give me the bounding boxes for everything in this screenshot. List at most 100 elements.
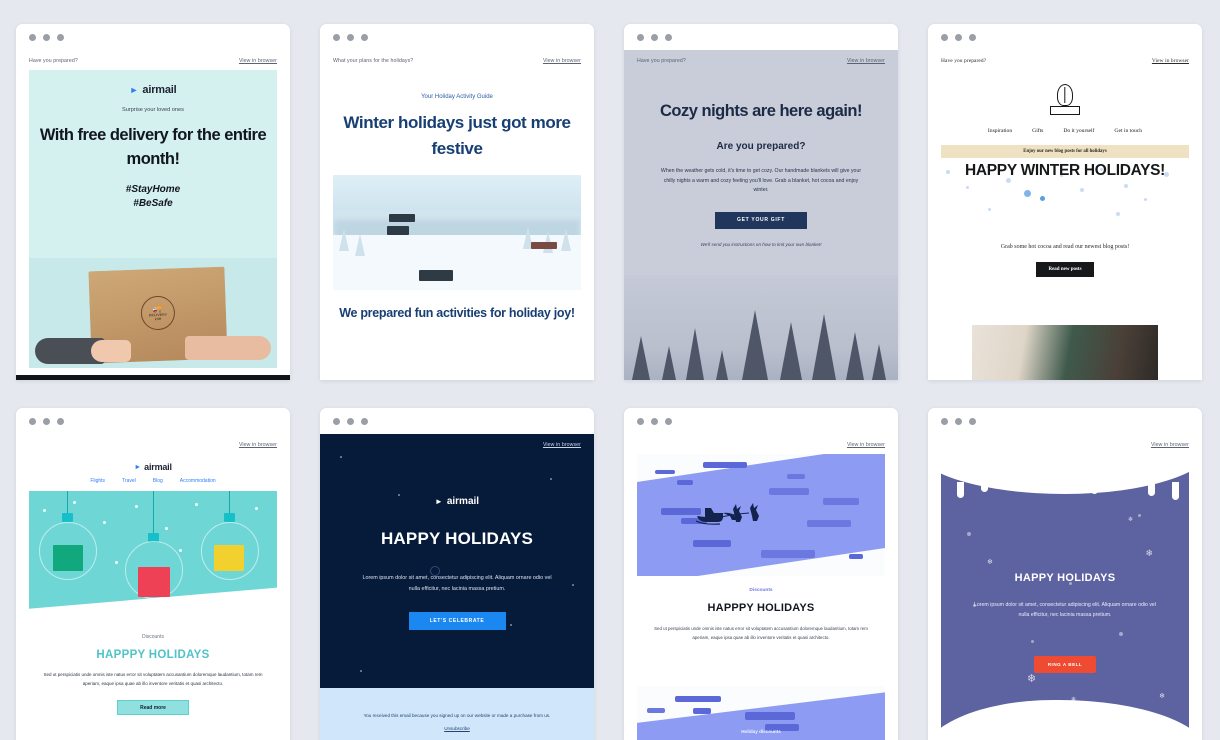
- template-card-purple-snow[interactable]: View in browser ❄ ❄ ❄ ❄ ❄ ❄: [928, 408, 1202, 740]
- snow-dot: [966, 186, 969, 189]
- tree-icon: [716, 350, 728, 380]
- window-dot-close-icon: [333, 33, 340, 41]
- nav-item-inspiration[interactable]: Inspiration: [988, 128, 1012, 134]
- unsubscribe-link[interactable]: Unsubscribe: [320, 726, 594, 731]
- template-card-travel-discounts[interactable]: View in browser ► airmail Flights Travel…: [16, 408, 290, 740]
- tree-icon: [339, 228, 349, 251]
- cabin-graphic: [389, 214, 415, 223]
- hero-text-block: Cozy nights are here again! Are you prep…: [624, 100, 898, 247]
- craft-desk-photo: [972, 325, 1158, 380]
- nav-item-travel[interactable]: Travel: [122, 478, 136, 484]
- preheader-row: Have you prepared? View in browser: [928, 50, 1202, 70]
- brand-logo: ► airmail: [29, 84, 277, 96]
- hero-photo-snowy-village: [333, 175, 581, 290]
- card-titlebar: [928, 408, 1202, 434]
- window-dot-maximize-icon: [57, 417, 64, 425]
- window-dot-close-icon: [29, 417, 36, 425]
- stamp-bottom-text: 24H: [154, 317, 162, 322]
- footer-bar: [16, 375, 290, 380]
- view-in-browser-link[interactable]: View in browser: [543, 58, 581, 64]
- red-gift-icon: [138, 567, 170, 597]
- icicle-graphic: [957, 482, 964, 498]
- template-card-free-delivery[interactable]: Have you prepared? View in browser ► air…: [16, 24, 290, 380]
- ring-a-bell-button[interactable]: RING A BELL: [1034, 656, 1096, 673]
- preheader-row: What your plans for the holidays? View i…: [320, 50, 594, 70]
- preheader-text: What your plans for the holidays?: [333, 58, 414, 64]
- nav-item-accommodation[interactable]: Accommodation: [180, 478, 216, 484]
- hero-body-text: When the weather gets cold, it's time to…: [660, 168, 862, 194]
- window-dot-close-icon: [941, 33, 948, 41]
- hero-headline: HAPPY HOLIDAYS: [1014, 572, 1116, 584]
- email-preview-body: What your plans for the holidays? View i…: [320, 50, 594, 380]
- hero-body-text: Lorem ipsum dolor sit amet, consectetur …: [362, 575, 552, 592]
- window-dot-minimize-icon: [651, 417, 658, 425]
- email-footer-band: You received this email because you sign…: [320, 688, 594, 740]
- cabin-graphic: [419, 269, 453, 281]
- content-kicker: Discounts: [749, 588, 773, 593]
- lower-kicker: Holiday discounts: [741, 729, 781, 734]
- snowflake-icon: ❄: [1159, 693, 1165, 700]
- paper-plane-icon: ►: [134, 463, 142, 471]
- get-your-gift-button[interactable]: GET YOUR GIFT: [715, 211, 807, 229]
- window-dot-maximize-icon: [969, 417, 976, 425]
- hero-subtitle: Surprise your loved ones: [122, 107, 184, 113]
- preheader-text: Have you prepared?: [941, 58, 987, 64]
- view-in-browser-link[interactable]: View in browser: [239, 442, 277, 448]
- nav-item-do-it-yourself[interactable]: Do it yourself: [1063, 128, 1094, 134]
- lets-celebrate-button[interactable]: LET'S CELEBRATE: [408, 612, 506, 631]
- view-in-browser-link[interactable]: View in browser: [1152, 58, 1189, 64]
- nav-item-gifts[interactable]: Gifts: [1032, 128, 1043, 134]
- nav-item-blog[interactable]: Blog: [153, 478, 163, 484]
- nav-item-get-in-touch[interactable]: Get in touch: [1114, 128, 1142, 134]
- snow-dot: [1040, 196, 1045, 201]
- paper-plane-icon: ►: [434, 497, 443, 506]
- hashtag-stayhome: #StayHome: [125, 183, 181, 195]
- email-preview-body: Have you prepared? View in browser Cozy …: [624, 50, 898, 380]
- hero-kicker: Your Holiday Activity Guide: [421, 94, 493, 100]
- view-in-browser-link[interactable]: View in browser: [239, 58, 277, 64]
- tree-icon: [686, 328, 704, 380]
- hero-text-block: Your Holiday Activity Guide Winter holid…: [320, 94, 594, 161]
- email-header: ► airmail Flights Travel Blog Accommodat…: [29, 454, 277, 491]
- brand-name: airmail: [144, 462, 172, 472]
- snow-dot: [1124, 184, 1128, 188]
- view-in-browser-link[interactable]: View in browser: [1151, 442, 1189, 448]
- template-card-dark-happy-holidays[interactable]: View in browser ► airmail HAPPY HOLIDAYS…: [320, 408, 594, 740]
- read-new-posts-button[interactable]: Read new posts: [1036, 262, 1094, 277]
- window-dot-minimize-icon: [651, 33, 658, 41]
- window-dot-close-icon: [637, 33, 644, 41]
- view-in-browser-link[interactable]: View in browser: [847, 442, 885, 448]
- hero-headline: HAPPY HOLIDAYS: [380, 529, 534, 548]
- view-in-browser-link[interactable]: View in browser: [847, 58, 885, 64]
- preheader-row: View in browser: [16, 434, 290, 454]
- window-dot-minimize-icon: [347, 33, 354, 41]
- cabin-graphic: [531, 241, 557, 249]
- tree-icon: [355, 233, 365, 256]
- email-preview-body: Have you prepared? View in browser Inspi…: [928, 50, 1202, 380]
- brand-name: airmail: [446, 496, 480, 507]
- view-in-browser-link[interactable]: View in browser: [543, 442, 581, 448]
- hero-headline: HAPPY WINTER HOLIDAYS!: [964, 162, 1166, 179]
- tree-icon: [662, 346, 676, 380]
- window-dot-maximize-icon: [57, 33, 64, 41]
- nav-item-flights[interactable]: Flights: [90, 478, 105, 484]
- plant-leaves-icon: [1057, 84, 1073, 106]
- template-gallery: Have you prepared? View in browser ► air…: [0, 0, 1220, 740]
- snow-dots-zone: HAPPY WINTER HOLIDAYS!: [928, 160, 1202, 232]
- snowflake-icon: ❄: [1127, 517, 1133, 523]
- brand-name: airmail: [142, 84, 177, 96]
- lower-offer-block: Holiday discounts SPECIAL OFFER: [637, 686, 885, 740]
- template-card-cozy-nights[interactable]: Have you prepared? View in browser Cozy …: [624, 24, 898, 380]
- hero-headline: With free delivery for the entire month!: [39, 126, 267, 168]
- card-titlebar: [624, 408, 898, 434]
- window-dot-maximize-icon: [969, 33, 976, 41]
- template-card-happy-winter-holidays[interactable]: Have you prepared? View in browser Inspi…: [928, 24, 1202, 380]
- window-dot-minimize-icon: [43, 417, 50, 425]
- read-more-button[interactable]: Read more: [117, 700, 189, 716]
- template-card-winter-holidays[interactable]: What your plans for the holidays? View i…: [320, 24, 594, 380]
- card-titlebar: [320, 408, 594, 434]
- icicle-graphic: [1013, 482, 1020, 490]
- content-headline: HAPPPY HOLIDAYS: [96, 649, 210, 661]
- window-dot-close-icon: [941, 417, 948, 425]
- template-card-santa-sleigh[interactable]: View in browser Discounts HAPPPY HOLIDAY…: [624, 408, 898, 740]
